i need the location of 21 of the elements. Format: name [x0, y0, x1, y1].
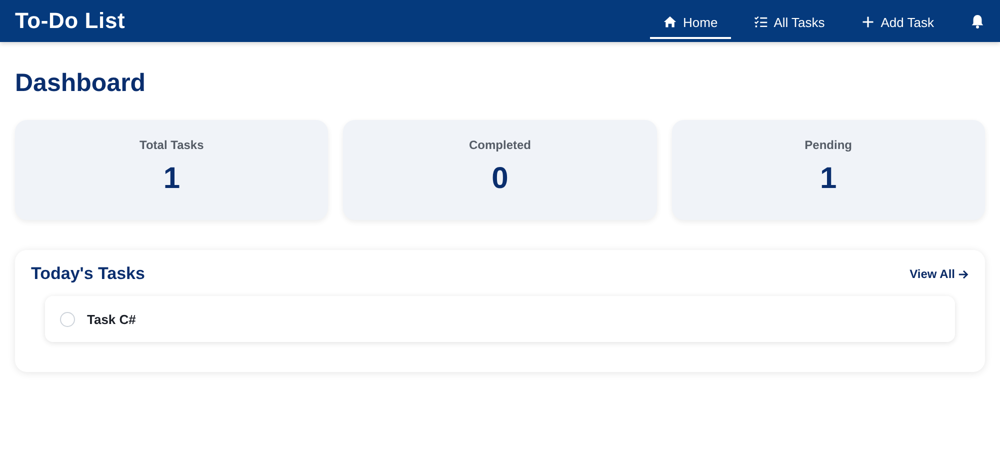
notification-bell-icon[interactable]	[970, 14, 985, 28]
stat-label: Total Tasks	[140, 138, 204, 152]
stat-value: 0	[492, 162, 508, 196]
stat-label: Pending	[804, 138, 852, 152]
task-title: Task C#	[87, 312, 136, 326]
nav-tab[interactable]: Home	[650, 7, 731, 39]
plus-icon	[860, 15, 875, 29]
checklist-icon	[754, 15, 768, 29]
home-icon	[663, 15, 677, 29]
page-title: Dashboard	[15, 68, 147, 98]
arrow-right-icon	[958, 268, 969, 280]
section-title: Today's Tasks	[31, 264, 145, 284]
task-item[interactable]: Task C#	[45, 296, 955, 342]
nav-tab[interactable]: Add Task	[848, 7, 947, 39]
stat-value: 1	[820, 162, 837, 196]
view-all-link[interactable]: View All	[910, 267, 969, 281]
task-checkbox[interactable]	[60, 312, 75, 326]
app-title: To-Do List	[15, 8, 126, 34]
stat-label: Completed	[468, 138, 531, 152]
stat-value: 1	[163, 162, 180, 196]
nav-tab[interactable]: All Tasks	[740, 7, 838, 39]
